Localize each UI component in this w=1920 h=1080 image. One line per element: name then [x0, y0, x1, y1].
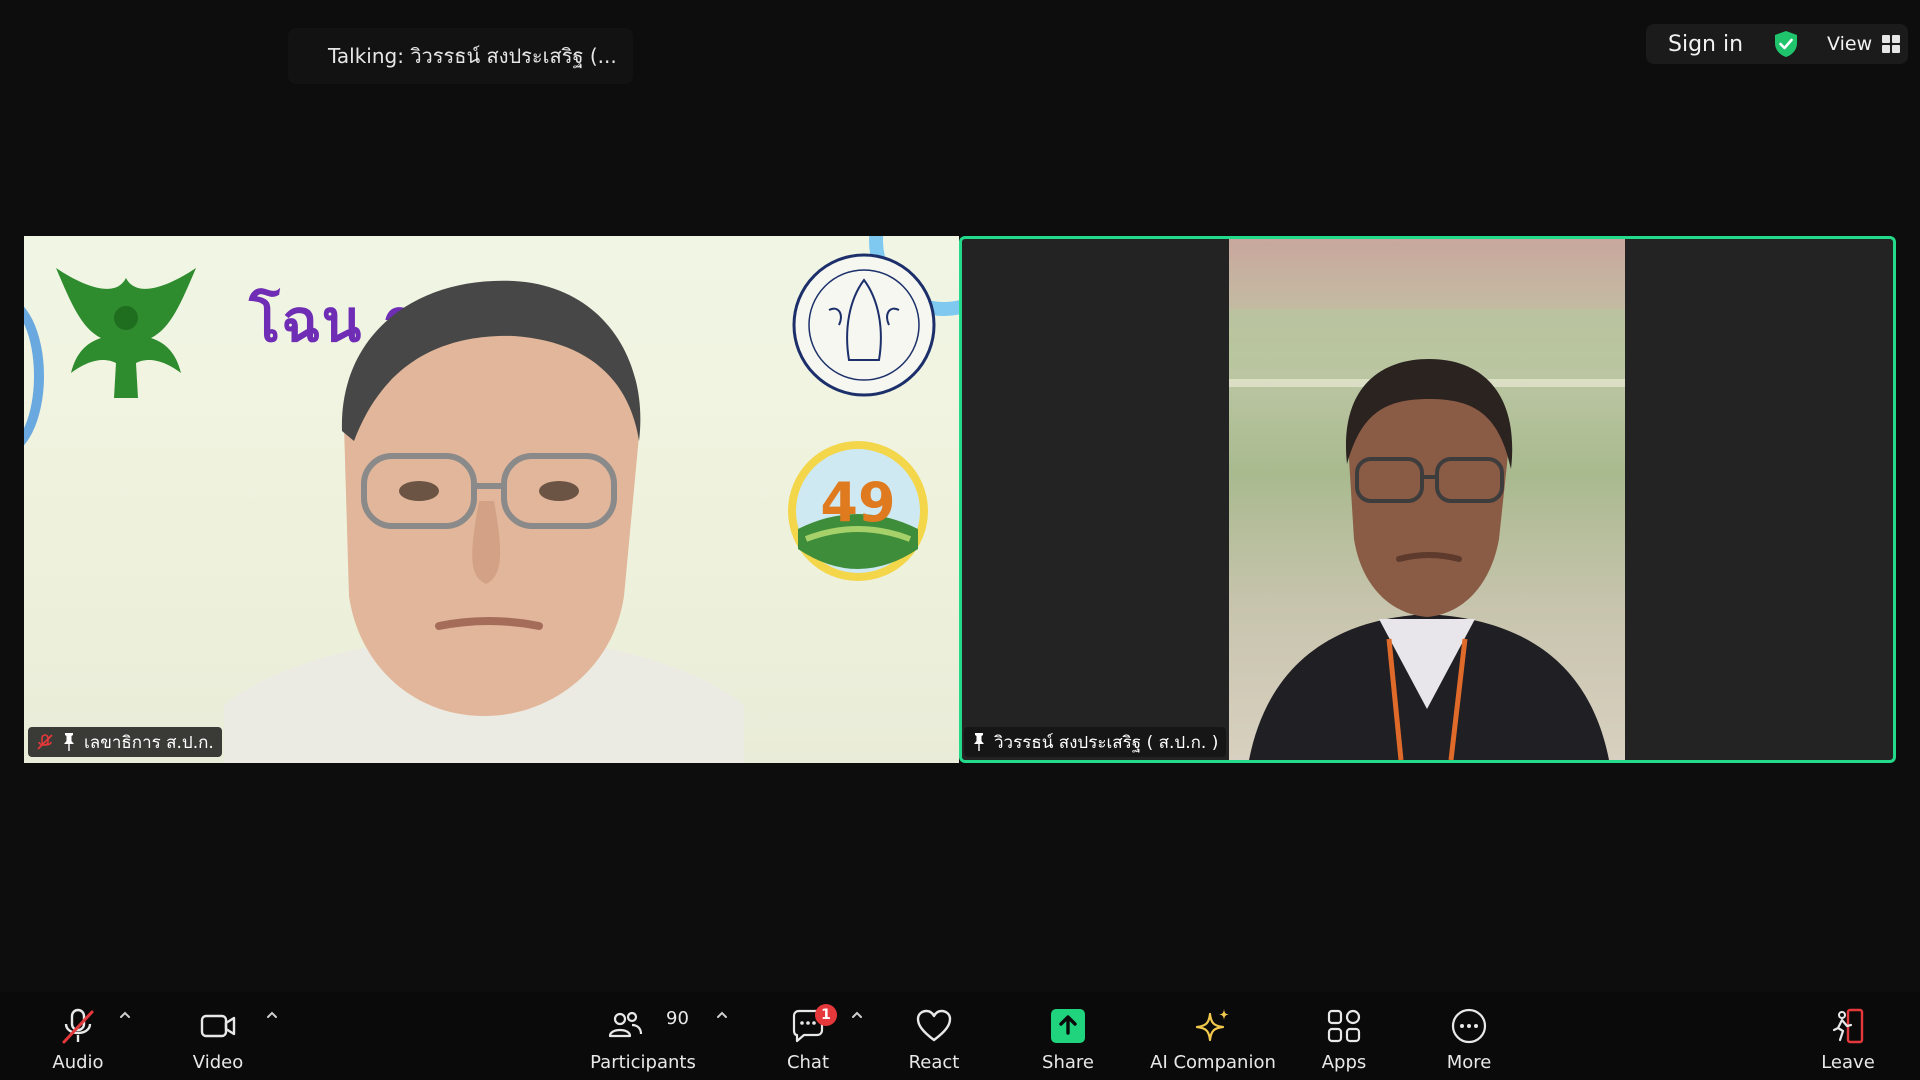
- seal-number: 49: [820, 471, 895, 534]
- leave-door-icon: [1832, 1008, 1864, 1044]
- more-button[interactable]: More: [1433, 992, 1505, 1080]
- participant-video-secretary-general: [224, 280, 744, 763]
- audio-button[interactable]: Audio: [42, 992, 114, 1080]
- video-tile-secretary-general[interactable]: โฉน รเกษตร 49 เลข: [24, 236, 959, 763]
- participant-name-tag: เลขาธิการ ส.ป.ก.: [28, 727, 222, 757]
- security-shield-icon[interactable]: [1773, 30, 1799, 58]
- share-label: Share: [1042, 1052, 1094, 1073]
- grid-view-icon: [1882, 35, 1901, 53]
- video-label: Video: [192, 1052, 244, 1073]
- pin-icon: [974, 733, 984, 751]
- participants-count: 90: [666, 1008, 689, 1029]
- participant-name-tag: วิวรรธน์ สงประเสริฐ ( ส.ป.ก. ): [964, 727, 1227, 757]
- chat-unread-badge: 1: [815, 1004, 837, 1026]
- anniversary-49-logo-icon: 49: [788, 441, 928, 581]
- participant-video-frame: [1229, 239, 1625, 760]
- view-label: View: [1827, 33, 1873, 55]
- participants-icon: [608, 1011, 643, 1038]
- heart-icon: [916, 1009, 952, 1042]
- chat-label: Chat: [786, 1052, 830, 1073]
- audio-label: Audio: [52, 1052, 104, 1073]
- video-options-chevron-icon[interactable]: [265, 1008, 279, 1022]
- decor-arc: [24, 296, 44, 456]
- participants-options-chevron-icon[interactable]: [715, 1008, 729, 1022]
- share-screen-icon: [1051, 1009, 1085, 1043]
- talking-indicator: Talking: วิวรรธน์ สงประเสริฐ (...: [288, 28, 633, 84]
- participant-name: วิวรรธน์ สงประเสริฐ ( ส.ป.ก. ): [994, 732, 1219, 753]
- agency-seal-icon: [792, 253, 936, 397]
- garuda-emblem-icon: [56, 268, 196, 398]
- share-button[interactable]: Share: [1032, 992, 1104, 1080]
- react-label: React: [908, 1052, 960, 1073]
- participants-label: Participants: [590, 1052, 696, 1073]
- video-tile-active-speaker[interactable]: วิวรรธน์ สงประเสริฐ ( ส.ป.ก. ): [959, 236, 1896, 763]
- participant-video-wiwat: [1229, 309, 1625, 760]
- sparkle-icon: [1195, 1009, 1229, 1042]
- video-camera-icon: [200, 1014, 236, 1038]
- apps-icon: [1327, 1009, 1361, 1043]
- muted-mic-icon: [37, 734, 53, 750]
- audio-options-chevron-icon[interactable]: [118, 1008, 132, 1022]
- view-button[interactable]: View: [1827, 33, 1901, 55]
- chat-options-chevron-icon[interactable]: [850, 1008, 864, 1022]
- more-label: More: [1446, 1052, 1492, 1073]
- meeting-toolbar: Audio Video Participants 90 Chat 1 React…: [0, 992, 1920, 1080]
- leave-label: Leave: [1821, 1052, 1875, 1073]
- react-button[interactable]: React: [898, 992, 970, 1080]
- chat-button[interactable]: Chat: [772, 992, 844, 1080]
- participant-name: เลขาธิการ ส.ป.ก.: [84, 732, 214, 753]
- top-right-controls: Sign in View: [1646, 24, 1908, 64]
- apps-button[interactable]: Apps: [1308, 992, 1380, 1080]
- ai-companion-label: AI Companion: [1150, 1052, 1276, 1073]
- ai-companion-button[interactable]: AI Companion: [1148, 992, 1278, 1080]
- leave-button[interactable]: Leave: [1812, 992, 1884, 1080]
- more-options-icon: [1451, 1008, 1487, 1044]
- apps-label: Apps: [1321, 1052, 1367, 1073]
- participants-button[interactable]: Participants: [588, 992, 698, 1080]
- pin-icon: [64, 733, 74, 751]
- muted-mic-icon: [62, 1008, 94, 1044]
- talking-text: Talking: วิวรรธน์ สงประเสริฐ (...: [328, 44, 617, 68]
- sign-in-button[interactable]: Sign in: [1668, 32, 1743, 57]
- video-button[interactable]: Video: [182, 992, 254, 1080]
